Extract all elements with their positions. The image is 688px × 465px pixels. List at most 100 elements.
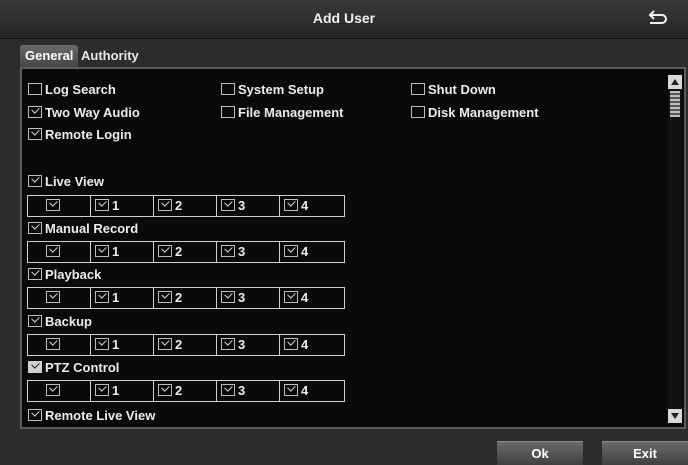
channel-all-toggle[interactable] bbox=[28, 288, 91, 308]
checkbox-checked-icon bbox=[221, 338, 235, 350]
channel-label: 2 bbox=[175, 383, 183, 398]
channel-label: 3 bbox=[238, 244, 246, 259]
channel-4-toggle[interactable]: 4 bbox=[280, 381, 343, 401]
channel-label: 3 bbox=[238, 337, 246, 352]
tab-authority[interactable]: Authority bbox=[79, 45, 161, 67]
channel-all-toggle[interactable] bbox=[28, 335, 91, 355]
checkbox-checked-icon bbox=[221, 291, 235, 303]
backup-option[interactable]: Backup bbox=[28, 313, 92, 331]
channel-label: 2 bbox=[175, 337, 183, 352]
live-view-option[interactable]: Live View bbox=[28, 173, 104, 191]
scroll-up-arrow-icon[interactable] bbox=[668, 75, 682, 89]
channel-label: 1 bbox=[112, 290, 120, 305]
title-bar: Add User bbox=[0, 0, 688, 39]
system-setup-option[interactable]: System Setup bbox=[221, 81, 324, 99]
checkbox-checked-icon bbox=[28, 106, 42, 118]
permissions-list: Log Search System Setup Shut Down Two Wa… bbox=[22, 69, 662, 427]
channel-3-toggle[interactable]: 3 bbox=[217, 242, 280, 262]
shut-down-option[interactable]: Shut Down bbox=[411, 81, 496, 99]
channel-2-toggle[interactable]: 2 bbox=[154, 335, 217, 355]
checkbox-checked-icon bbox=[28, 222, 42, 234]
two-way-audio-option[interactable]: Two Way Audio bbox=[28, 104, 140, 122]
channel-label: 2 bbox=[175, 290, 183, 305]
tab-general[interactable]: General bbox=[20, 45, 78, 67]
log-search-option[interactable]: Log Search bbox=[28, 81, 116, 99]
checkbox-icon bbox=[411, 106, 425, 118]
channel-label: 4 bbox=[301, 337, 309, 352]
checkbox-checked-icon bbox=[46, 291, 60, 303]
option-label: Playback bbox=[45, 267, 102, 282]
channel-label: 1 bbox=[112, 244, 120, 259]
option-label: Log Search bbox=[45, 82, 116, 97]
disk-management-option[interactable]: Disk Management bbox=[411, 104, 539, 122]
channel-1-toggle[interactable]: 1 bbox=[91, 196, 154, 216]
vertical-scrollbar[interactable] bbox=[668, 75, 682, 423]
checkbox-checked-icon bbox=[46, 199, 60, 211]
channel-4-toggle[interactable]: 4 bbox=[280, 196, 343, 216]
channel-all-toggle[interactable] bbox=[28, 196, 91, 216]
channel-1-toggle[interactable]: 1 bbox=[91, 242, 154, 262]
channel-label: 4 bbox=[301, 198, 309, 213]
channel-3-toggle[interactable]: 3 bbox=[217, 335, 280, 355]
channel-2-toggle[interactable]: 2 bbox=[154, 242, 217, 262]
checkbox-checked-icon bbox=[221, 384, 235, 396]
live-view-channels: 1 2 3 4 bbox=[27, 195, 345, 217]
playback-channels: 1 2 3 4 bbox=[27, 287, 345, 309]
permissions-panel: Log Search System Setup Shut Down Two Wa… bbox=[20, 67, 686, 429]
exit-button[interactable]: Exit bbox=[602, 441, 688, 465]
remote-login-option[interactable]: Remote Login bbox=[28, 126, 132, 144]
checkbox-checked-icon bbox=[46, 338, 60, 350]
checkbox-checked-icon bbox=[95, 338, 109, 350]
channel-label: 2 bbox=[175, 244, 183, 259]
checkbox-checked-icon bbox=[28, 128, 42, 140]
remote-live-view-option[interactable]: Remote Live View bbox=[28, 407, 155, 425]
channel-4-toggle[interactable]: 4 bbox=[280, 335, 343, 355]
ptz-control-channels: 1 2 3 4 bbox=[27, 380, 345, 402]
channel-all-toggle[interactable] bbox=[28, 381, 91, 401]
channel-2-toggle[interactable]: 2 bbox=[154, 196, 217, 216]
channel-all-toggle[interactable] bbox=[28, 242, 91, 262]
option-label: Two Way Audio bbox=[45, 105, 140, 120]
manual-record-channels: 1 2 3 4 bbox=[27, 241, 345, 263]
channel-label: 1 bbox=[112, 337, 120, 352]
manual-record-option[interactable]: Manual Record bbox=[28, 220, 138, 238]
channel-2-toggle[interactable]: 2 bbox=[154, 381, 217, 401]
channel-2-toggle[interactable]: 2 bbox=[154, 288, 217, 308]
option-label: Remote Live View bbox=[45, 408, 156, 423]
channel-4-toggle[interactable]: 4 bbox=[280, 242, 343, 262]
checkbox-checked-icon bbox=[28, 409, 42, 421]
option-label: Disk Management bbox=[428, 105, 539, 120]
checkbox-checked-icon bbox=[284, 291, 298, 303]
channel-1-toggle[interactable]: 1 bbox=[91, 381, 154, 401]
ok-button[interactable]: Ok bbox=[497, 441, 583, 465]
channel-1-toggle[interactable]: 1 bbox=[91, 335, 154, 355]
checkbox-checked-icon bbox=[221, 245, 235, 257]
checkbox-checked-icon bbox=[158, 338, 172, 350]
checkbox-checked-icon bbox=[158, 245, 172, 257]
channel-3-toggle[interactable]: 3 bbox=[217, 196, 280, 216]
checkbox-icon bbox=[221, 106, 235, 118]
channel-label: 1 bbox=[112, 198, 120, 213]
return-arrow-icon bbox=[648, 10, 667, 24]
option-label: File Management bbox=[238, 105, 344, 120]
channel-1-toggle[interactable]: 1 bbox=[91, 288, 154, 308]
channel-3-toggle[interactable]: 3 bbox=[217, 288, 280, 308]
channel-4-toggle[interactable]: 4 bbox=[280, 288, 343, 308]
playback-option[interactable]: Playback bbox=[28, 266, 101, 284]
option-label: PTZ Control bbox=[45, 360, 120, 375]
scroll-thumb[interactable] bbox=[670, 91, 680, 117]
checkbox-checked-icon bbox=[284, 384, 298, 396]
checkbox-checked-icon bbox=[221, 199, 235, 211]
ptz-control-option[interactable]: PTZ Control bbox=[28, 359, 119, 377]
channel-3-toggle[interactable]: 3 bbox=[217, 381, 280, 401]
checkbox-checked-icon bbox=[28, 175, 42, 187]
scroll-down-arrow-icon[interactable] bbox=[668, 409, 682, 423]
channel-label: 3 bbox=[238, 290, 246, 305]
file-management-option[interactable]: File Management bbox=[221, 104, 343, 122]
checkbox-checked-icon bbox=[46, 245, 60, 257]
checkbox-checked-icon bbox=[28, 361, 42, 373]
checkbox-checked-icon bbox=[284, 338, 298, 350]
back-button[interactable] bbox=[642, 8, 672, 30]
checkbox-checked-icon bbox=[95, 384, 109, 396]
channel-label: 4 bbox=[301, 383, 309, 398]
